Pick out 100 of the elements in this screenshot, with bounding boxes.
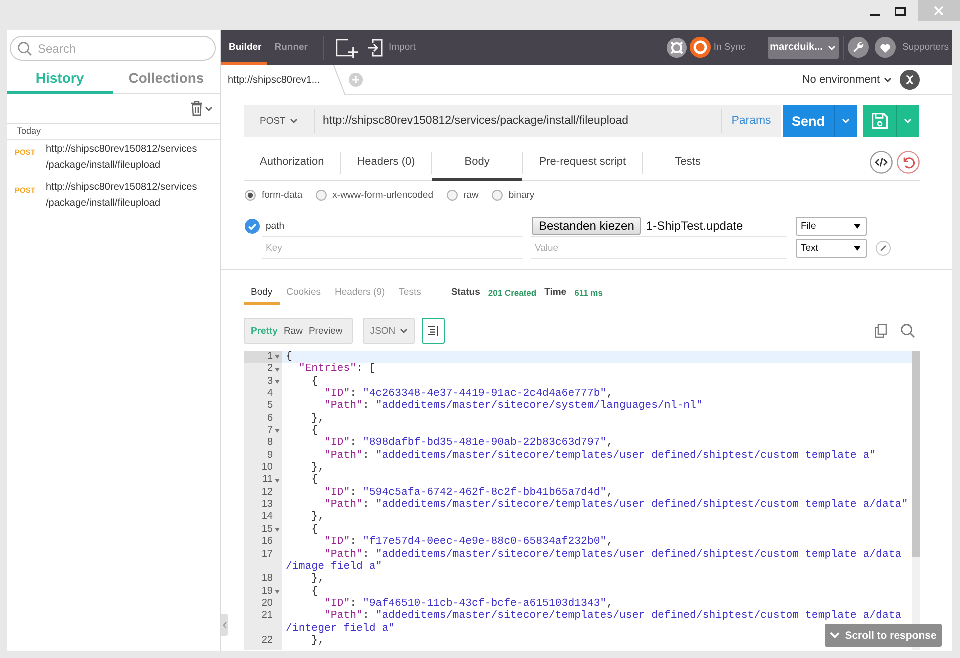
code-line: }, bbox=[312, 511, 324, 524]
format-select[interactable]: JSON bbox=[363, 318, 415, 344]
radio-label[interactable]: form-data bbox=[262, 190, 303, 201]
time-label: Time bbox=[544, 287, 567, 298]
fold-arrow-icon[interactable] bbox=[275, 478, 280, 483]
file-field[interactable]: Bestanden kiezen 1-ShipTest.update bbox=[531, 216, 787, 237]
environment-select[interactable]: No environment bbox=[802, 74, 892, 86]
new-window-icon[interactable] bbox=[334, 36, 358, 58]
caret-icon bbox=[854, 246, 861, 251]
fold-arrow-icon[interactable] bbox=[275, 380, 280, 384]
code-line: /integer field a" bbox=[286, 622, 396, 635]
maximize-icon[interactable] bbox=[895, 7, 906, 16]
sync-status: In Sync bbox=[714, 42, 746, 53]
copy-icon[interactable] bbox=[875, 324, 887, 338]
pencil-icon[interactable] bbox=[876, 241, 891, 256]
line-number: 8 bbox=[267, 437, 273, 450]
request-section-tab[interactable]: Headers (0) bbox=[341, 145, 432, 181]
fold-arrow-icon[interactable] bbox=[275, 355, 280, 360]
x-icon[interactable] bbox=[900, 70, 920, 90]
code-line: "Path": "addeditems/master/sitecore/templates/user defined/shiptest/custom template a/data bbox=[324, 548, 902, 560]
line-number: 3 bbox=[267, 376, 273, 388]
view-mode-button[interactable]: Raw bbox=[280, 320, 306, 342]
radio-button[interactable] bbox=[492, 190, 503, 201]
undo-icon[interactable] bbox=[897, 151, 920, 174]
caret-icon bbox=[290, 118, 298, 124]
checkbox[interactable] bbox=[245, 219, 260, 234]
code-line: { bbox=[312, 524, 318, 536]
code-line: "ID": "594c5afa-6742-462f-8c2f-bb41b65a7d4d", bbox=[324, 486, 614, 499]
line-number: 11 bbox=[262, 474, 273, 487]
wrap-lines-icon bbox=[428, 326, 439, 336]
radio-button[interactable] bbox=[316, 190, 327, 201]
line-number: 14 bbox=[262, 511, 273, 524]
fold-arrow-icon[interactable] bbox=[275, 368, 280, 372]
search-field[interactable]: Search bbox=[10, 36, 216, 61]
request-section-tab[interactable]: Tests bbox=[643, 145, 734, 181]
line-number: 9 bbox=[267, 450, 273, 462]
fold-arrow-icon[interactable] bbox=[275, 429, 280, 434]
request-section-tab[interactable]: Authorization bbox=[244, 145, 340, 181]
radio-label[interactable]: x-www-form-urlencoded bbox=[332, 190, 434, 201]
collapse-handle[interactable] bbox=[221, 614, 228, 636]
code-line: { bbox=[312, 425, 318, 438]
caret-icon bbox=[884, 76, 892, 82]
wrap-lines-button[interactable] bbox=[422, 318, 445, 344]
caret-icon bbox=[828, 44, 836, 50]
fold-arrow-icon[interactable] bbox=[275, 590, 280, 594]
wrench-icon[interactable] bbox=[848, 37, 869, 58]
code-line: "Path": "addeditems/master/sitecore/system/languages/nl-nl" bbox=[324, 400, 703, 412]
history-url[interactable]: http://shipsc80rev150812/services/package/install/fileupload bbox=[46, 180, 199, 212]
code-icon[interactable] bbox=[870, 151, 893, 174]
supporters-button[interactable]: Supporters bbox=[874, 37, 949, 58]
type-select[interactable]: Text bbox=[796, 239, 867, 258]
code-line: { bbox=[312, 376, 318, 388]
radio-button[interactable] bbox=[245, 190, 256, 201]
request-section-tab[interactable]: Pre-request script bbox=[523, 145, 642, 181]
scrollbar-thumb[interactable] bbox=[912, 351, 920, 557]
line-number: 22 bbox=[262, 634, 273, 648]
response-tab[interactable]: Body bbox=[244, 283, 280, 305]
line-number: 7 bbox=[267, 425, 273, 438]
radio-label[interactable]: binary bbox=[508, 190, 535, 201]
radio-button[interactable] bbox=[446, 190, 458, 201]
line-number: 18 bbox=[262, 573, 273, 586]
radio-label[interactable]: raw bbox=[464, 190, 479, 201]
code-line: "Path": "addeditems/master/sitecore/templates/user defined/shiptest/custom template a/data bbox=[324, 610, 902, 622]
caret-icon bbox=[854, 224, 861, 229]
code-line: "Path": "addeditems/master/sitecore/templates/user defined/shiptest/custom template a/data" bbox=[324, 499, 908, 512]
code-line: /image field a" bbox=[286, 560, 382, 573]
view-mode-button[interactable]: Preview bbox=[306, 320, 346, 342]
search-icon[interactable] bbox=[901, 324, 915, 338]
type-select[interactable]: File bbox=[796, 217, 867, 236]
choose-file-button[interactable]: Bestanden kiezen bbox=[532, 217, 642, 235]
user-menu-button[interactable]: marcduik... bbox=[768, 36, 839, 58]
code-line: { bbox=[312, 474, 318, 486]
caret-icon bbox=[904, 118, 912, 124]
code-line: }, bbox=[312, 462, 324, 474]
search-icon bbox=[18, 42, 32, 56]
request-section-tab[interactable]: Body bbox=[432, 145, 522, 181]
close-icon bbox=[934, 6, 944, 16]
url-bar[interactable]: POST http://shipsc80rev150812/services/package/install/fileupload Params bbox=[244, 105, 781, 137]
line-number: 10 bbox=[262, 462, 273, 474]
line-number: 16 bbox=[262, 536, 273, 548]
line-number: 5 bbox=[267, 400, 273, 413]
crosshair-icon[interactable] bbox=[666, 38, 687, 58]
chevron-down-icon bbox=[830, 632, 840, 639]
search-input[interactable]: Search bbox=[38, 42, 188, 56]
toolbar-tab[interactable]: Runner bbox=[266, 30, 313, 65]
history-url[interactable]: http://shipsc80rev150812/services/package/install/fileupload bbox=[46, 142, 199, 174]
line-number: 2 bbox=[267, 363, 273, 376]
line-number: 19 bbox=[262, 586, 273, 598]
import-button[interactable]: Import bbox=[366, 38, 416, 56]
fold-arrow-icon[interactable] bbox=[275, 528, 280, 532]
code-line: "ID": "f17e57d4-0eec-4e9e-88c0-65834af232b0", bbox=[324, 536, 614, 548]
trash-icon[interactable] bbox=[191, 101, 203, 116]
code-line: "ID": "898dafbf-bd35-481e-90ab-22b83c63d797", bbox=[324, 437, 614, 450]
request-tab[interactable]: http://shipsc80rev1... bbox=[221, 65, 345, 95]
code-line: }, bbox=[312, 412, 324, 425]
code-line: "ID": "4c263348-4e37-4419-91ac-2c4d4a6e777b", bbox=[324, 388, 614, 400]
chevron-left-icon bbox=[222, 622, 226, 628]
method-select[interactable]: POST bbox=[244, 105, 314, 137]
ring-icon bbox=[690, 37, 711, 58]
caret-icon[interactable] bbox=[205, 106, 213, 112]
